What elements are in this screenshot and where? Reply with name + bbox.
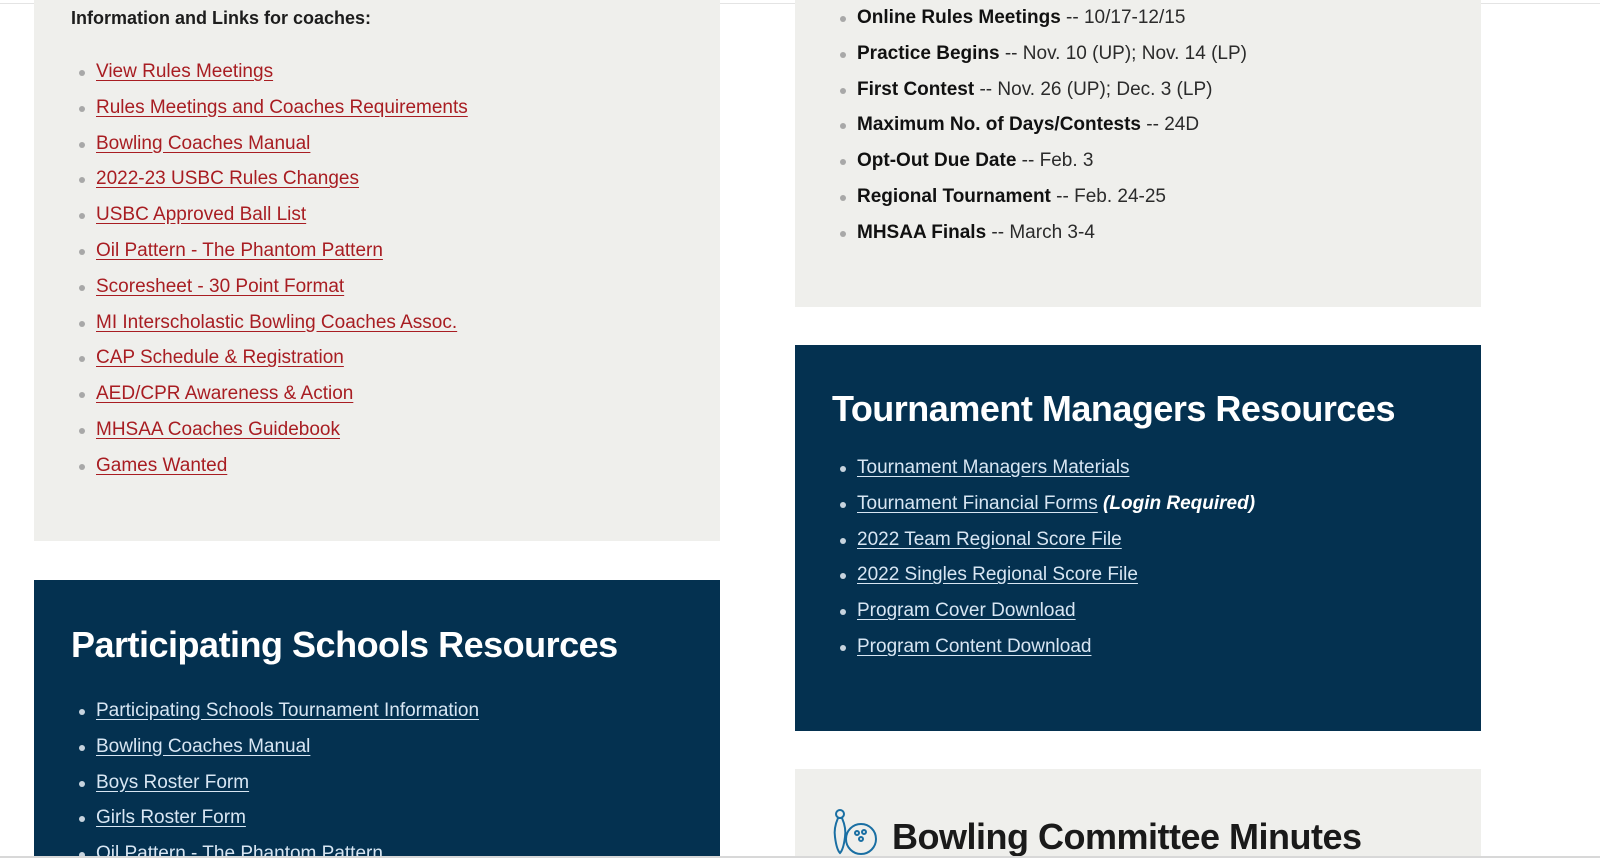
list-item: CAP Schedule & Registration (71, 348, 468, 368)
link-scoresheet[interactable]: Scoresheet - 30 Point Format (96, 276, 344, 297)
link-coaches-guidebook[interactable]: MHSAA Coaches Guidebook (96, 419, 340, 440)
list-item: Girls Roster Form (71, 808, 479, 828)
list-item: Program Cover Download (832, 601, 1255, 621)
participating-schools-links-list: Participating Schools Tournament Informa… (71, 701, 479, 856)
list-item: Oil Pattern - The Phantom Pattern (71, 240, 468, 261)
list-item: MHSAA Coaches Guidebook (71, 419, 468, 440)
link-program-content-download[interactable]: Program Content Download (857, 636, 1091, 657)
coaches-links-list: View Rules Meetings Rules Meetings and C… (71, 62, 468, 492)
list-item: Bowling Coaches Manual (71, 133, 468, 154)
participating-schools-panel: Participating Schools Resources Particip… (34, 580, 720, 856)
list-item: 2022 Singles Regional Score File (832, 565, 1255, 585)
date-label: First Contest (857, 78, 975, 100)
date-value: -- March 3-4 (986, 221, 1095, 243)
list-item: Scoresheet - 30 Point Format (71, 276, 468, 297)
link-oil-pattern[interactable]: Oil Pattern - The Phantom Pattern (96, 240, 383, 261)
link-rules-meetings-requirements[interactable]: Rules Meetings and Coaches Requirements (96, 97, 468, 118)
tournament-managers-links-list: Tournament Managers Materials Tournament… (832, 458, 1255, 673)
list-item: Rules Meetings and Coaches Requirements (71, 97, 468, 118)
date-item: Online Rules Meetings -- 10/17-12/15 (832, 8, 1247, 28)
coaches-intro-text: Information and Links for coaches: (71, 8, 372, 28)
list-item: View Rules Meetings (71, 62, 468, 82)
list-item: Games Wanted (71, 455, 468, 476)
link-aed-cpr[interactable]: AED/CPR Awareness & Action (96, 383, 353, 404)
committee-minutes-title: Bowling Committee Minutes (892, 816, 1362, 856)
list-item: Tournament Financial Forms (Login Requir… (832, 492, 1256, 514)
list-item: Bowling Coaches Manual (71, 736, 479, 757)
link-tm-materials[interactable]: Tournament Managers Materials (857, 457, 1129, 478)
participating-schools-title: Participating Schools Resources (71, 624, 618, 665)
link-games-wanted[interactable]: Games Wanted (96, 455, 227, 476)
date-label: Regional Tournament (857, 185, 1051, 207)
list-item: Program Content Download (832, 636, 1255, 657)
date-value: -- 24D (1141, 114, 1200, 136)
link-singles-regional-score-file[interactable]: 2022 Singles Regional Score File (857, 564, 1138, 585)
link-program-cover-download[interactable]: Program Cover Download (857, 600, 1076, 621)
tournament-managers-title: Tournament Managers Resources (832, 388, 1396, 429)
list-item: Tournament Managers Materials (832, 458, 1255, 478)
link-participating-schools-info[interactable]: Participating Schools Tournament Informa… (96, 700, 479, 721)
list-item: Oil Pattern - The Phantom Pattern (71, 844, 479, 856)
date-item: Opt-Out Due Date -- Feb. 3 (832, 151, 1247, 171)
list-item: USBC Approved Ball List (71, 205, 468, 225)
date-item: Practice Begins -- Nov. 10 (UP); Nov. 14… (832, 42, 1247, 64)
committee-minutes-panel: Bowling Committee Minutes (795, 769, 1481, 856)
key-dates-list: Online Rules Meetings -- 10/17-12/15 Pra… (832, 8, 1247, 259)
list-item: 2022-23 USBC Rules Changes (71, 169, 468, 189)
link-ps-oil-pattern[interactable]: Oil Pattern - The Phantom Pattern (96, 843, 383, 856)
list-item: AED/CPR Awareness & Action (71, 384, 468, 404)
link-girls-roster-form[interactable]: Girls Roster Form (96, 807, 246, 828)
date-label: MHSAA Finals (857, 221, 987, 243)
link-mi-coaches-assoc[interactable]: MI Interscholastic Bowling Coaches Assoc… (96, 312, 457, 333)
date-value: -- Feb. 3 (1016, 150, 1094, 172)
link-ps-bowling-coaches-manual[interactable]: Bowling Coaches Manual (96, 736, 310, 757)
date-item: Regional Tournament -- Feb. 24-25 (832, 185, 1247, 207)
date-label: Opt-Out Due Date (857, 150, 1017, 172)
link-usbc-approved-ball-list[interactable]: USBC Approved Ball List (96, 204, 306, 225)
link-view-rules-meetings[interactable]: View Rules Meetings (96, 61, 273, 82)
list-item: MI Interscholastic Bowling Coaches Assoc… (71, 312, 468, 333)
tournament-managers-panel: Tournament Managers Resources Tournament… (795, 345, 1481, 731)
date-value: -- Feb. 24-25 (1050, 185, 1166, 207)
link-tm-financial-forms[interactable]: Tournament Financial Forms (857, 493, 1098, 514)
bowling-icon (831, 805, 881, 856)
list-item: Participating Schools Tournament Informa… (71, 701, 479, 721)
date-item: First Contest -- Nov. 26 (UP); Dec. 3 (L… (832, 78, 1247, 100)
login-required-note: (Login Required) (1103, 492, 1256, 514)
link-bowling-coaches-manual[interactable]: Bowling Coaches Manual (96, 133, 310, 154)
date-item: Maximum No. of Days/Contests -- 24D (832, 115, 1247, 135)
date-value: -- Nov. 10 (UP); Nov. 14 (LP) (999, 42, 1247, 64)
link-team-regional-score-file[interactable]: 2022 Team Regional Score File (857, 529, 1122, 550)
date-item: MHSAA Finals -- March 3-4 (832, 221, 1247, 243)
date-label: Practice Begins (857, 42, 1000, 64)
link-cap-schedule[interactable]: CAP Schedule & Registration (96, 347, 344, 368)
date-label: Online Rules Meetings (857, 7, 1061, 28)
date-label: Maximum No. of Days/Contests (857, 114, 1141, 136)
date-value: -- 10/17-12/15 (1060, 7, 1186, 28)
list-item: 2022 Team Regional Score File (832, 529, 1255, 550)
coaches-info-panel: Information and Links for coaches: View … (34, 0, 720, 541)
date-value: -- Nov. 26 (UP); Dec. 3 (LP) (974, 78, 1213, 100)
key-dates-panel: Online Rules Meetings -- 10/17-12/15 Pra… (795, 0, 1481, 307)
list-item: Boys Roster Form (71, 772, 479, 793)
link-usbc-rules-changes[interactable]: 2022-23 USBC Rules Changes (96, 168, 359, 189)
link-boys-roster-form[interactable]: Boys Roster Form (96, 772, 249, 793)
